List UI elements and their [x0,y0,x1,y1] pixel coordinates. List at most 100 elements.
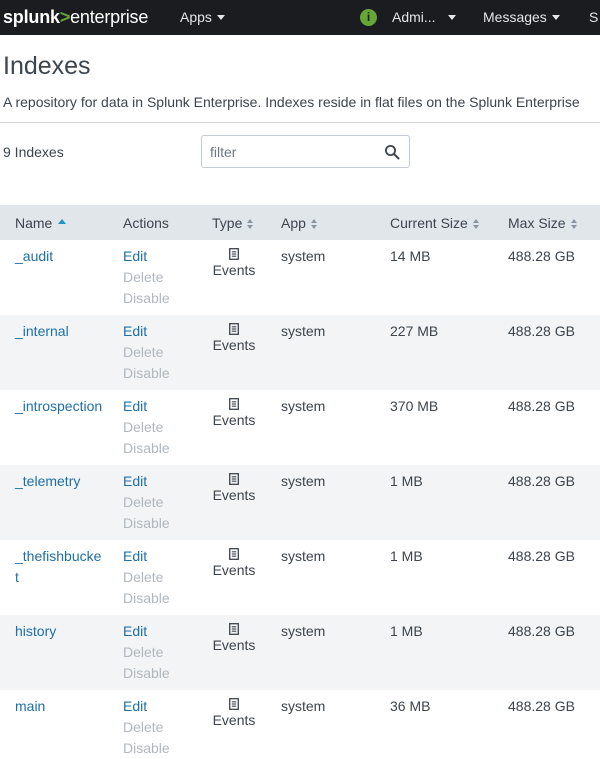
splunk-logo[interactable]: splunk>enterprise [3,6,148,28]
app-cell: system [281,548,326,564]
row-actions: Edit Delete Disable [123,621,170,684]
index-name-link[interactable]: history [15,621,105,642]
document-icon [229,248,239,260]
column-header-current-size-label: Current Size [390,215,468,231]
type-cell: Events [212,546,256,581]
row-actions: Edit Delete Disable [123,396,170,459]
document-icon [229,473,239,485]
app-cell: system [281,473,326,489]
table-row: _introspection Edit Delete Disable Event… [0,390,600,465]
index-name-link[interactable]: _telemetry [15,471,105,492]
document-icon [229,698,239,710]
index-name-link[interactable]: _thefishbucket [15,546,105,588]
type-cell: Events [212,696,256,731]
info-icon[interactable]: i [360,9,377,26]
index-name-link[interactable]: _audit [15,246,105,267]
current-size-cell: 227 MB [390,323,439,339]
chevron-down-icon [216,15,225,20]
messages-menu[interactable]: Messages [483,9,560,25]
column-header-current-size[interactable]: Current Size [390,215,479,231]
logo-part-enterprise: enterprise [70,7,149,27]
type-label: Events [212,337,256,353]
type-label: Events [212,712,256,728]
column-header-name[interactable]: Name [15,215,67,231]
type-label: Events [212,562,256,578]
delete-link: Delete [123,719,164,735]
filter-input[interactable] [210,143,375,161]
table-row: _telemetry Edit Delete Disable Events sy… [0,465,600,540]
sort-icon [310,219,317,229]
type-label: Events [212,412,256,428]
max-size-cell: 488.28 GB [508,698,575,714]
index-name-link[interactable]: _introspection [15,396,105,417]
edit-link[interactable]: Edit [123,471,170,492]
type-cell: Events [212,321,256,356]
column-header-app[interactable]: App [281,215,317,231]
table-row: main Edit Delete Disable Events system 3… [0,690,600,759]
table-body: _audit Edit Delete Disable Events system… [0,240,600,759]
max-size-cell: 488.28 GB [508,248,575,264]
delete-link: Delete [123,344,164,360]
type-cell: Events [212,246,256,281]
edit-link[interactable]: Edit [123,246,170,267]
type-cell: Events [212,396,256,431]
column-header-max-size-label: Max Size [508,215,566,231]
divider [0,122,600,123]
index-name-link[interactable]: _internal [15,321,105,342]
max-size-cell: 488.28 GB [508,323,575,339]
table-row: _thefishbucket Edit Delete Disable Event… [0,540,600,615]
logo-part-chevron: > [59,7,71,27]
row-actions: Edit Delete Disable [123,471,170,534]
edit-link[interactable]: Edit [123,546,170,567]
row-actions: Edit Delete Disable [123,546,170,609]
column-header-type-label: Type [212,215,243,231]
sort-icon [472,219,479,229]
apps-menu[interactable]: Apps [180,9,225,25]
document-icon [229,323,239,335]
column-header-name-label: Name [15,215,53,231]
settings-menu-label: S [589,9,599,25]
app-cell: system [281,248,326,264]
sort-icon [247,219,254,229]
table-header: Name Actions Type App Current Size Max S… [0,205,600,240]
edit-link[interactable]: Edit [123,621,170,642]
row-actions: Edit Delete Disable [123,696,170,759]
table-row: _internal Edit Delete Disable Events sys… [0,315,600,390]
column-header-app-label: App [281,215,306,231]
delete-link: Delete [123,644,164,660]
edit-link[interactable]: Edit [123,396,170,417]
settings-menu[interactable]: S [589,9,598,25]
disable-link: Disable [123,740,170,756]
edit-link[interactable]: Edit [123,321,170,342]
edit-link[interactable]: Edit [123,696,170,717]
user-menu[interactable]: Admi... [392,9,456,25]
column-header-actions-label: Actions [123,215,169,231]
logo-part-splunk: splunk [3,7,60,27]
disable-link: Disable [123,290,170,306]
app-cell: system [281,623,326,639]
disable-link: Disable [123,440,170,456]
column-header-max-size[interactable]: Max Size [508,215,577,231]
disable-link: Disable [123,590,170,606]
document-icon [229,398,239,410]
chevron-down-icon [551,15,560,20]
document-icon [229,623,239,635]
type-label: Events [212,262,256,278]
apps-menu-label: Apps [180,9,212,25]
row-actions: Edit Delete Disable [123,246,170,309]
messages-menu-label: Messages [483,9,547,25]
sort-icon [570,219,577,229]
app-cell: system [281,698,326,714]
delete-link: Delete [123,269,164,285]
current-size-cell: 36 MB [390,698,431,714]
app-cell: system [281,323,326,339]
type-cell: Events [212,471,256,506]
type-label: Events [212,637,256,653]
index-count: 9 Indexes [3,144,64,160]
search-icon[interactable] [384,144,400,160]
index-name-link[interactable]: main [15,696,105,717]
column-header-type[interactable]: Type [212,215,254,231]
delete-link: Delete [123,494,164,510]
table-row: _audit Edit Delete Disable Events system… [0,240,600,315]
current-size-cell: 1 MB [390,623,423,639]
